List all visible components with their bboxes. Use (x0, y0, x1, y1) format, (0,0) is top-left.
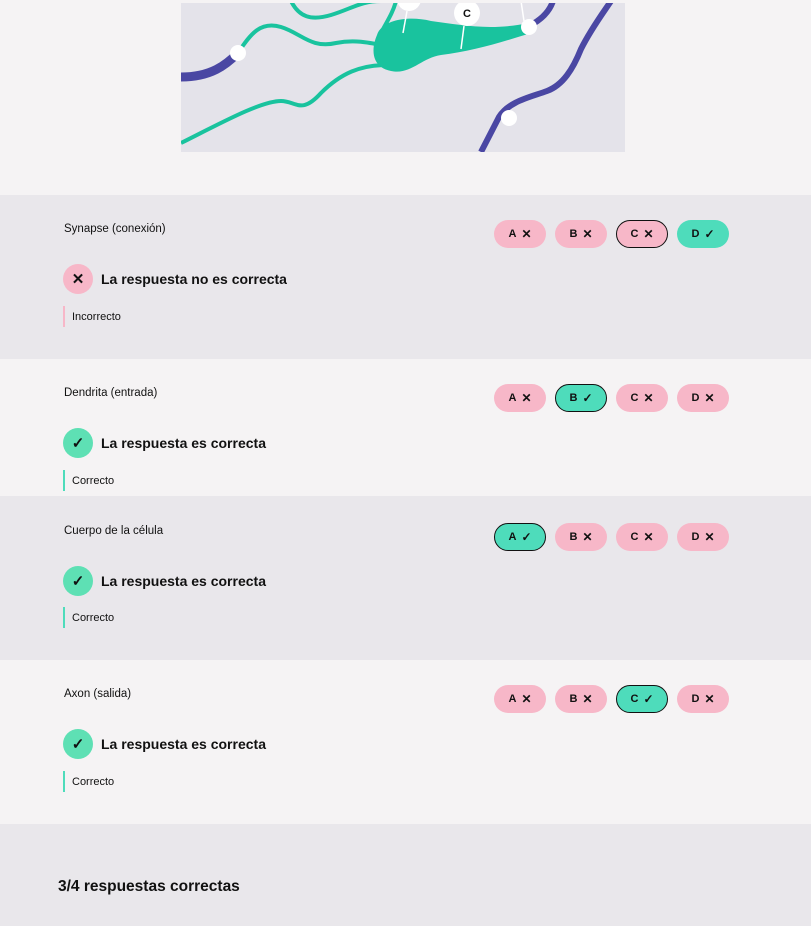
check-icon: ✓ (704, 227, 715, 241)
option-letter: B (569, 392, 578, 404)
option-d-button[interactable]: D ✕ (677, 523, 729, 551)
question-title: Dendrita (entrada) (64, 387, 158, 399)
feedback: ✓ La respuesta es correcta (63, 566, 266, 596)
result-note: Correcto (63, 607, 114, 628)
feedback-text: La respuesta no es correcta (101, 271, 287, 287)
check-circle-icon: ✓ (63, 428, 93, 458)
marker-node-1 (230, 45, 246, 61)
option-letter: D (691, 531, 700, 543)
question-synapse: Synapse (conexión) A ✕ B ✕ C ✕ D ✓ ✕ La resp… (0, 195, 811, 359)
cross-icon: ✕ (582, 692, 593, 706)
question-cuerpo: Cuerpo de la célula A ✓ B ✕ C ✕ D ✕ ✓ La res… (0, 496, 811, 660)
option-d-button[interactable]: D ✕ (677, 685, 729, 713)
question-title: Synapse (conexión) (64, 223, 166, 235)
score-text: 3/4 respuestas correctas (58, 878, 240, 895)
feedback-text: La respuesta es correcta (101, 736, 266, 752)
option-a-button[interactable]: A ✕ (494, 384, 546, 412)
question-dendrita: Dendrita (entrada) A ✕ B ✓ C ✕ D ✕ ✓ La resp… (0, 359, 811, 496)
result-note: Incorrecto (63, 306, 121, 327)
result-note: Correcto (63, 470, 114, 491)
hero-section: C (0, 0, 811, 195)
option-b-button[interactable]: B ✕ (555, 685, 607, 713)
axon-right (478, 3, 614, 152)
marker-top (397, 3, 421, 11)
check-circle-icon: ✓ (63, 566, 93, 596)
option-letter: D (691, 693, 700, 705)
option-letter: A (508, 531, 517, 543)
check-icon: ✓ (521, 530, 532, 544)
option-c-button[interactable]: C ✕ (616, 384, 668, 412)
answer-options: A ✓ B ✕ C ✕ D ✕ (494, 523, 729, 551)
result-note: Correcto (63, 771, 114, 792)
cross-icon: ✕ (643, 227, 654, 241)
option-letter: B (569, 531, 578, 543)
option-c-button[interactable]: C ✓ (616, 685, 668, 713)
option-a-button[interactable]: A ✕ (494, 685, 546, 713)
cross-icon: ✕ (704, 530, 715, 544)
feedback: ✓ La respuesta es correcta (63, 428, 266, 458)
option-letter: B (569, 693, 578, 705)
option-letter: D (691, 228, 700, 240)
option-b-button[interactable]: B ✕ (555, 523, 607, 551)
cross-icon: ✕ (521, 692, 532, 706)
option-b-button[interactable]: B ✓ (555, 384, 607, 412)
option-letter: A (508, 228, 517, 240)
option-letter: A (508, 693, 517, 705)
feedback-text: La respuesta es correcta (101, 435, 266, 451)
cell-body (373, 18, 531, 72)
cross-icon: ✕ (521, 391, 532, 405)
feedback-text: La respuesta es correcta (101, 573, 266, 589)
marker-node-3 (501, 110, 517, 126)
neuron-illustration: C (181, 3, 625, 152)
option-c-button[interactable]: C ✕ (616, 523, 668, 551)
check-icon: ✓ (643, 692, 654, 706)
cross-icon: ✕ (643, 391, 654, 405)
answer-options: A ✕ B ✕ C ✓ D ✕ (494, 685, 729, 713)
check-circle-icon: ✓ (63, 729, 93, 759)
question-title: Cuerpo de la célula (64, 525, 164, 537)
results-summary: 3/4 respuestas correctas (0, 824, 811, 926)
question-axon: Axon (salida) A ✕ B ✕ C ✓ D ✕ ✓ La respuesta… (0, 660, 811, 824)
option-letter: C (630, 531, 639, 543)
answer-options: A ✕ B ✓ C ✕ D ✕ (494, 384, 729, 412)
option-letter: A (508, 392, 517, 404)
check-icon: ✓ (582, 391, 593, 405)
question-title: Axon (salida) (64, 688, 132, 700)
feedback: ✕ La respuesta no es correcta (63, 264, 287, 294)
cross-icon: ✕ (582, 227, 593, 241)
cross-icon: ✕ (582, 530, 593, 544)
dendrite-3 (289, 3, 382, 20)
option-letter: B (569, 228, 578, 240)
option-letter: C (630, 693, 639, 705)
answer-options: A ✕ B ✕ C ✕ D ✓ (494, 220, 729, 248)
cross-icon: ✕ (521, 227, 532, 241)
option-d-button[interactable]: D ✕ (677, 384, 729, 412)
option-letter: C (630, 228, 639, 240)
marker-node-2 (521, 19, 537, 35)
label-c: C (463, 8, 471, 20)
cross-icon: ✕ (643, 530, 654, 544)
option-d-button[interactable]: D ✓ (677, 220, 729, 248)
option-a-button[interactable]: A ✕ (494, 220, 546, 248)
cross-icon: ✕ (704, 692, 715, 706)
option-b-button[interactable]: B ✕ (555, 220, 607, 248)
option-letter: C (630, 392, 639, 404)
feedback: ✓ La respuesta es correcta (63, 729, 266, 759)
option-letter: D (691, 392, 700, 404)
option-a-button[interactable]: A ✓ (494, 523, 546, 551)
option-c-button[interactable]: C ✕ (616, 220, 668, 248)
neuron-diagram: C (181, 3, 614, 152)
dendrite-2 (181, 63, 387, 145)
cross-circle-icon: ✕ (63, 264, 93, 294)
axon-left (181, 49, 242, 82)
marker-right-line (520, 3, 525, 22)
dendrite-1 (236, 23, 392, 55)
cross-icon: ✕ (704, 391, 715, 405)
